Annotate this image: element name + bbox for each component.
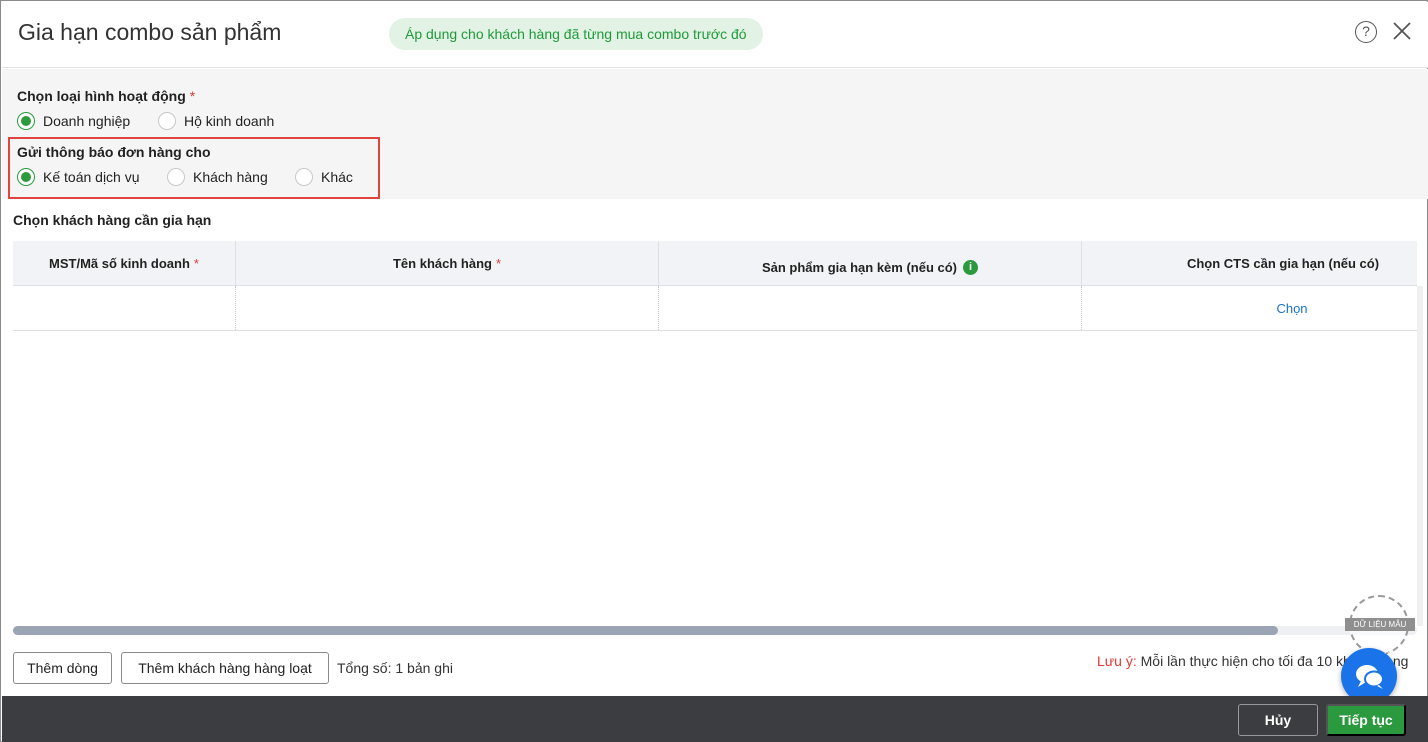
dialog-header: Gia hạn combo sản phẩm Áp dụng cho khách… (2, 2, 1428, 68)
customer-section-title: Chọn khách hàng cần gia hạn (13, 212, 212, 228)
cell-extra-product[interactable] (659, 286, 1082, 330)
required-mark: * (495, 255, 502, 271)
required-mark: * (193, 255, 199, 271)
radio-label: Khác (321, 169, 353, 185)
horizontal-scrollbar[interactable] (13, 626, 1417, 635)
continue-button[interactable]: Tiếp tục (1326, 704, 1406, 736)
renew-combo-dialog: Gia hạn combo sản phẩm Áp dụng cho khách… (0, 0, 1428, 742)
column-header-label: Chọn CTS cần gia hạn (nếu có) (1186, 255, 1380, 271)
grid-header: MST/Mã số kinh doanh * Tên khách hàng * Sả… (13, 241, 1417, 286)
help-icon[interactable]: ? (1355, 21, 1377, 43)
business-type-label: Chọn loại hình hoạt động * (17, 88, 195, 104)
close-icon[interactable] (1390, 19, 1414, 43)
options-section: Chọn loại hình hoạt động * Doanh nghiệp H… (2, 69, 1428, 199)
radio-selected-icon (17, 112, 35, 130)
column-header-customer-name: Tên khách hàng * (236, 241, 659, 285)
table-row: Chọn (13, 286, 1417, 331)
add-row-button[interactable]: Thêm dòng (13, 652, 112, 684)
horizontal-scrollbar-thumb[interactable] (13, 626, 1278, 635)
dialog-footer (2, 696, 1428, 742)
radio-notify-other[interactable]: Khác (295, 168, 353, 186)
cell-customer-name[interactable] (236, 286, 659, 330)
info-badge: Áp dụng cho khách hàng đã từng mua combo… (389, 18, 763, 50)
chat-close-icon[interactable]: × (1381, 646, 1393, 658)
total-records: Tổng số: 1 bản ghi (337, 660, 453, 676)
column-header-cts: Chọn CTS cần gia hạn (nếu có) (1082, 241, 1417, 285)
radio-label: Hộ kinh doanh (184, 113, 275, 129)
column-header-label: Tên khách hàng (392, 255, 492, 271)
vertical-scrollbar[interactable] (1417, 286, 1423, 626)
radio-unselected-icon (158, 112, 176, 130)
radio-unselected-icon (167, 168, 185, 186)
cell-cts: Chọn (1082, 286, 1417, 330)
note-label: Lưu ý: (1097, 653, 1137, 669)
business-type-label-text: Chọn loại hình hoạt động (17, 88, 186, 104)
column-header-label: MST/Mã số kinh doanh (49, 255, 190, 271)
info-icon[interactable]: i (963, 259, 979, 275)
cancel-button[interactable]: Hủy (1238, 704, 1318, 736)
dialog-title: Gia hạn combo sản phẩm (18, 19, 282, 45)
radio-label: Kế toán dịch vụ (43, 169, 140, 185)
column-header-tax-code: MST/Mã số kinh doanh * (13, 241, 236, 285)
add-bulk-customers-button[interactable]: Thêm khách hàng hàng loạt (121, 652, 329, 684)
radio-selected-icon (17, 168, 35, 186)
required-mark: * (189, 88, 196, 104)
radio-label: Doanh nghiệp (43, 113, 131, 129)
column-header-extra-product: Sản phẩm gia hạn kèm (nếu có) i (659, 241, 1082, 285)
radio-business-enterprise[interactable]: Doanh nghiệp (17, 112, 130, 130)
column-header-label: Sản phẩm gia hạn kèm (nếu có) (761, 259, 958, 275)
notify-label: Gửi thông báo đơn hàng cho (17, 144, 211, 160)
choose-cts-link[interactable]: Chọn (1276, 301, 1307, 316)
radio-unselected-icon (295, 168, 313, 186)
radio-notify-accountant[interactable]: Kế toán dịch vụ (17, 168, 140, 186)
radio-notify-customer[interactable]: Khách hàng (167, 168, 268, 186)
cell-tax-code[interactable] (13, 286, 236, 330)
radio-label: Khách hàng (193, 169, 268, 185)
radio-business-household[interactable]: Hộ kinh doanh (158, 112, 274, 130)
customer-grid: MST/Mã số kinh doanh * Tên khách hàng * Sả… (13, 241, 1417, 331)
sample-data-stamp-text: DỮ LIỆU MẪU (1345, 618, 1415, 631)
